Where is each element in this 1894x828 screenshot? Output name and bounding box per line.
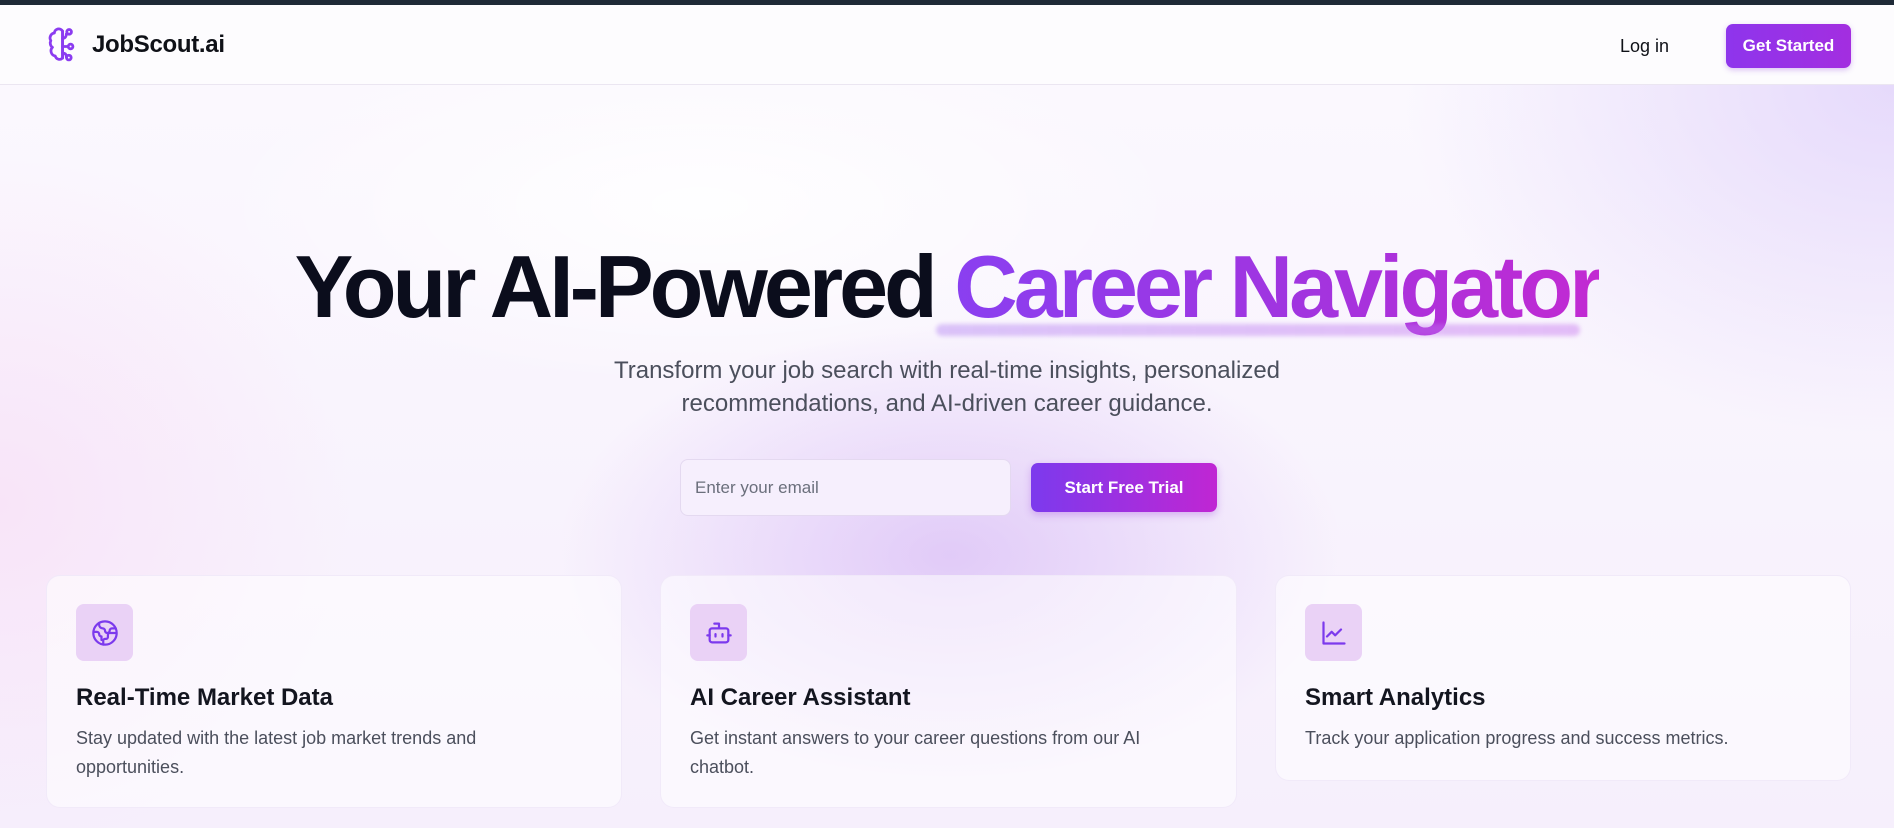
hero-subtitle: Transform your job search with real-time…	[613, 357, 1281, 417]
feature-icon-badge	[690, 604, 747, 661]
feature-title: AI Career Assistant	[690, 684, 911, 711]
robot-icon	[705, 622, 732, 643]
feature-card-smart-analytics: Smart Analytics Track your application p…	[1275, 575, 1851, 781]
feature-card-ai-assistant: AI Career Assistant Get instant answers …	[660, 575, 1237, 808]
hero-title-highlight: Career Navigator	[954, 237, 1603, 336]
globe-icon	[91, 619, 118, 646]
title-highlight-underline	[936, 324, 1580, 336]
email-input[interactable]	[680, 459, 1011, 516]
line-chart-icon	[1321, 620, 1346, 645]
feature-description: Stay updated with the latest job market …	[76, 728, 477, 777]
feature-icon-badge	[76, 604, 133, 661]
start-free-trial-button[interactable]: Start Free Trial	[1031, 463, 1217, 512]
feature-card-market-data: Real-Time Market Data Stay updated with …	[46, 575, 622, 808]
login-link[interactable]: Log in	[1620, 36, 1669, 57]
feature-icon-badge	[1305, 604, 1362, 661]
get-started-button[interactable]: Get Started	[1726, 24, 1851, 68]
brand-name: JobScout.ai	[92, 31, 225, 58]
feature-title: Smart Analytics	[1305, 684, 1486, 711]
feature-description: Track your application progress and succ…	[1305, 728, 1729, 748]
hero-title-main: Your AI-Powered	[294, 237, 938, 336]
feature-title: Real-Time Market Data	[76, 684, 333, 711]
brain-icon	[48, 27, 75, 62]
feature-description: Get instant answers to your career quest…	[690, 728, 1141, 777]
site-header: JobScout.ai Log in Get Started	[0, 5, 1894, 85]
brand-logo[interactable]: JobScout.ai	[46, 26, 225, 64]
